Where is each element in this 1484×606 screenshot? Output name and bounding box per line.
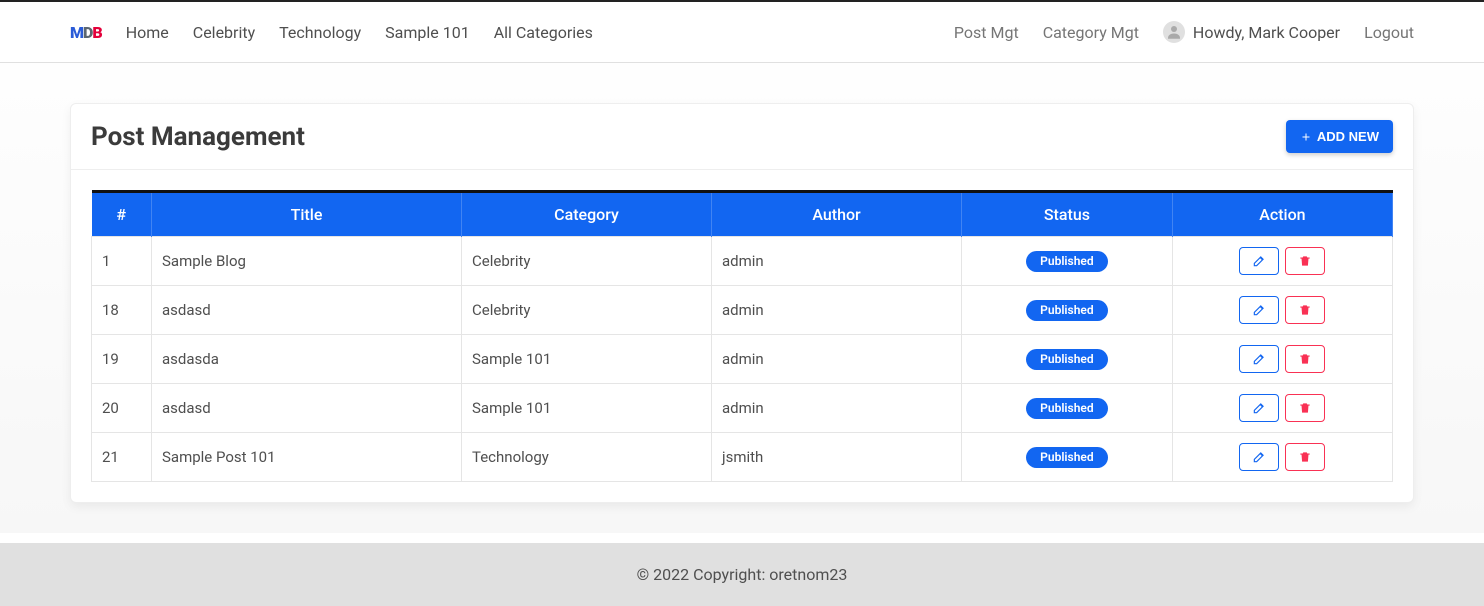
cell-action <box>1172 286 1392 335</box>
cell-category: Celebrity <box>462 237 712 286</box>
cell-title: Sample Post 101 <box>152 433 462 482</box>
edit-icon <box>1252 303 1266 317</box>
trash-icon <box>1298 352 1312 366</box>
cell-status: Published <box>962 286 1173 335</box>
cell-author: jsmith <box>712 433 962 482</box>
table-row: 20 asdasd Sample 101 admin Published <box>92 384 1393 433</box>
trash-icon <box>1298 450 1312 464</box>
top-nav: MDB Home Celebrity Technology Sample 101… <box>0 2 1484 62</box>
logo[interactable]: MDB <box>70 23 102 42</box>
table-row: 18 asdasd Celebrity admin Published <box>92 286 1393 335</box>
cell-status: Published <box>962 433 1173 482</box>
status-badge: Published <box>1026 251 1107 272</box>
edit-icon <box>1252 352 1266 366</box>
nav-category-mgt[interactable]: Category Mgt <box>1043 23 1139 42</box>
delete-button[interactable] <box>1285 247 1325 275</box>
cell-status: Published <box>962 237 1173 286</box>
nav-home[interactable]: Home <box>126 23 169 42</box>
avatar <box>1163 21 1185 43</box>
delete-button[interactable] <box>1285 296 1325 324</box>
trash-icon <box>1298 401 1312 415</box>
th-status: Status <box>962 192 1173 237</box>
logo-d: D <box>83 23 92 42</box>
cell-title: Sample Blog <box>152 237 462 286</box>
th-author: Author <box>712 192 962 237</box>
status-badge: Published <box>1026 398 1107 419</box>
cell-category: Technology <box>462 433 712 482</box>
cell-status: Published <box>962 335 1173 384</box>
post-management-card: Post Management ADD NEW # Title Category… <box>70 103 1414 503</box>
page-title: Post Management <box>91 122 305 152</box>
cell-author: admin <box>712 286 962 335</box>
cell-action <box>1172 433 1392 482</box>
nav-post-mgt[interactable]: Post Mgt <box>954 23 1019 42</box>
add-new-button[interactable]: ADD NEW <box>1286 120 1393 153</box>
plus-icon <box>1300 131 1312 143</box>
footer-copyright: © 2022 Copyright: <box>637 565 770 584</box>
nav-technology[interactable]: Technology <box>279 23 361 42</box>
add-new-label: ADD NEW <box>1317 129 1379 144</box>
table-row: 1 Sample Blog Celebrity admin Published <box>92 237 1393 286</box>
nav-sample101[interactable]: Sample 101 <box>385 23 470 42</box>
status-badge: Published <box>1026 447 1107 468</box>
footer-link[interactable]: oretnom23 <box>769 565 847 584</box>
cell-id: 21 <box>92 433 152 482</box>
cell-author: admin <box>712 384 962 433</box>
status-badge: Published <box>1026 300 1107 321</box>
th-action: Action <box>1172 192 1392 237</box>
edit-button[interactable] <box>1239 394 1279 422</box>
user-howdy[interactable]: Howdy, Mark Cooper <box>1163 21 1340 43</box>
cell-category: Celebrity <box>462 286 712 335</box>
status-badge: Published <box>1026 349 1107 370</box>
nav-celebrity[interactable]: Celebrity <box>193 23 255 42</box>
nav-logout[interactable]: Logout <box>1364 23 1414 42</box>
cell-action <box>1172 384 1392 433</box>
edit-icon <box>1252 401 1266 415</box>
cell-category: Sample 101 <box>462 335 712 384</box>
cell-action <box>1172 237 1392 286</box>
cell-title: asdasda <box>152 335 462 384</box>
th-id: # <box>92 192 152 237</box>
edit-button[interactable] <box>1239 443 1279 471</box>
cell-id: 19 <box>92 335 152 384</box>
cell-id: 1 <box>92 237 152 286</box>
cell-category: Sample 101 <box>462 384 712 433</box>
cell-author: admin <box>712 237 962 286</box>
th-category: Category <box>462 192 712 237</box>
howdy-text: Howdy, Mark Cooper <box>1193 23 1340 42</box>
nav-all-categories[interactable]: All Categories <box>494 23 593 42</box>
edit-button[interactable] <box>1239 345 1279 373</box>
edit-icon <box>1252 450 1266 464</box>
edit-button[interactable] <box>1239 296 1279 324</box>
delete-button[interactable] <box>1285 345 1325 373</box>
cell-id: 20 <box>92 384 152 433</box>
cell-title: asdasd <box>152 384 462 433</box>
posts-table: # Title Category Author Status Action 1 … <box>91 190 1393 482</box>
cell-title: asdasd <box>152 286 462 335</box>
edit-button[interactable] <box>1239 247 1279 275</box>
edit-icon <box>1252 254 1266 268</box>
trash-icon <box>1298 254 1312 268</box>
table-row: 21 Sample Post 101 Technology jsmith Pub… <box>92 433 1393 482</box>
cell-author: admin <box>712 335 962 384</box>
footer: © 2022 Copyright: oretnom23 <box>0 543 1484 606</box>
th-title: Title <box>152 192 462 237</box>
logo-m: M <box>70 23 83 42</box>
cell-action <box>1172 335 1392 384</box>
table-row: 19 asdasda Sample 101 admin Published <box>92 335 1393 384</box>
cell-status: Published <box>962 384 1173 433</box>
trash-icon <box>1298 303 1312 317</box>
logo-b: B <box>92 23 101 42</box>
cell-id: 18 <box>92 286 152 335</box>
delete-button[interactable] <box>1285 443 1325 471</box>
delete-button[interactable] <box>1285 394 1325 422</box>
